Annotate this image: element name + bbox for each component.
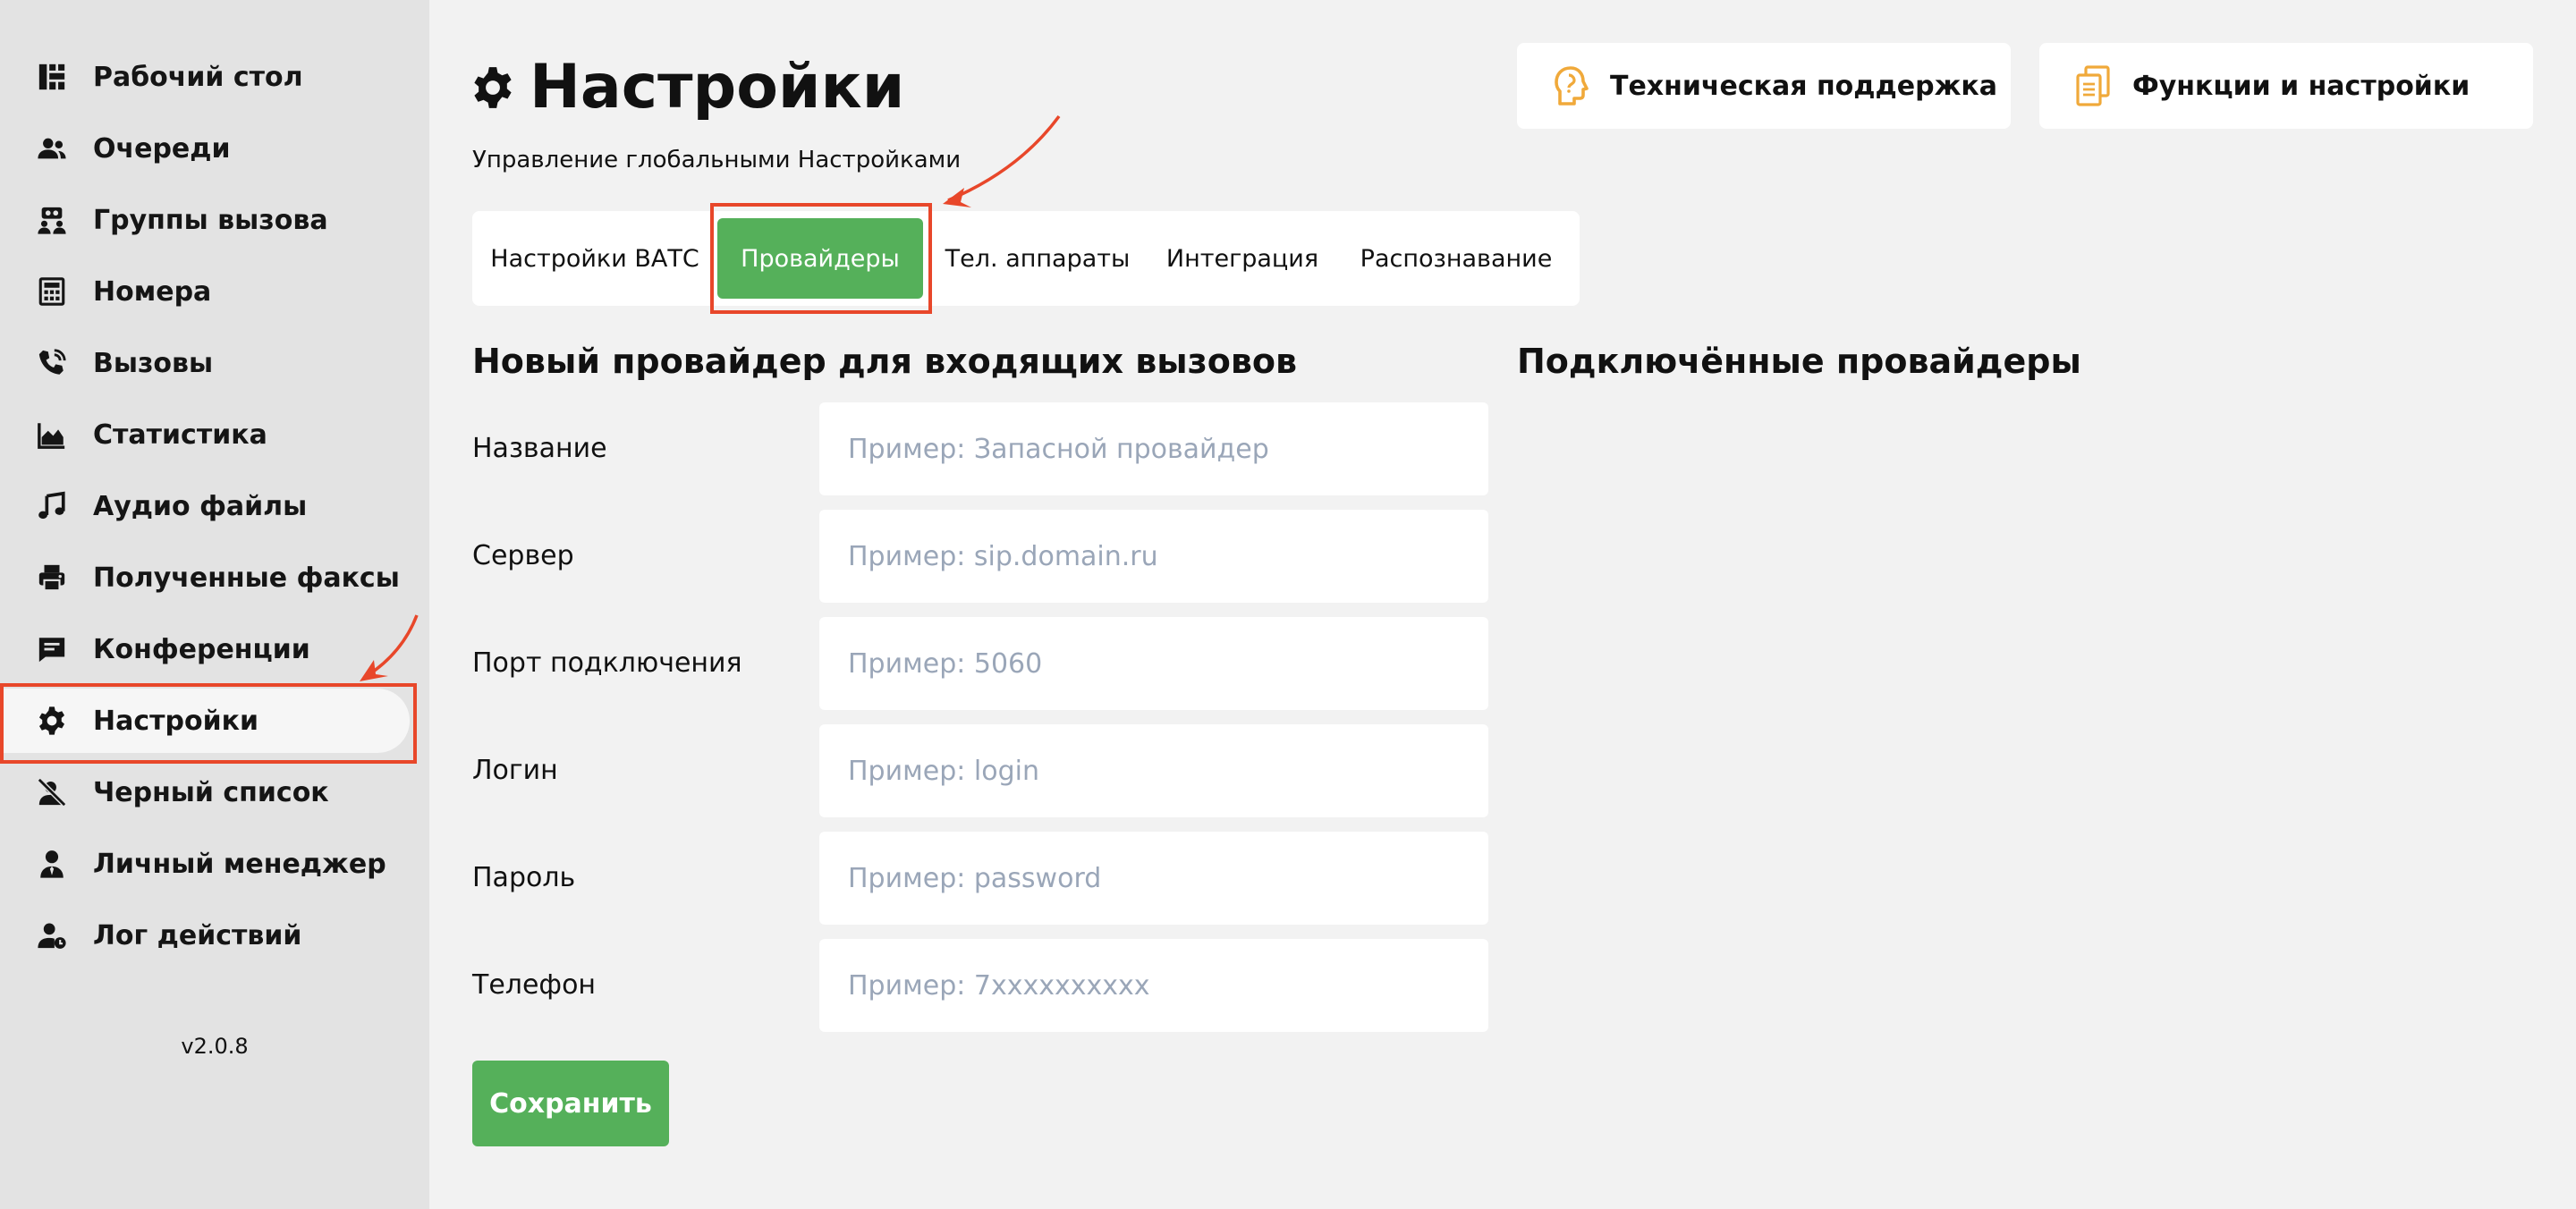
sidebar-item-label: Группы вызова [93,204,328,236]
sidebar-item-label: Черный список [93,776,329,808]
connected-providers-title: Подключённые провайдеры [1517,342,2081,381]
sidebar-item-label: Номера [93,275,212,308]
sidebar-item-queues[interactable]: Очереди [0,113,429,184]
sidebar-item-label: Вызовы [93,347,214,379]
chat-icon [34,631,70,667]
name-label: Название [472,433,607,464]
new-provider-title: Новый провайдер для входящих вызовов [472,342,1298,381]
sidebar-item-personal-manager[interactable]: Личный менеджер [0,828,429,900]
calculator-icon [34,274,70,309]
save-button[interactable]: Сохранить [472,1061,669,1146]
server-label: Сервер [472,540,574,571]
port-label: Порт подключения [472,647,742,679]
sidebar-item-statistics[interactable]: Статистика [0,399,429,470]
settings-highlight-box [0,683,417,764]
dashboard-icon [34,59,70,95]
page-subtitle: Управление глобальными Настройками [472,147,962,173]
printer-icon [34,560,70,596]
phone-input[interactable] [819,939,1488,1032]
tab-phones[interactable]: Тел. аппараты [932,211,1143,306]
password-label: Пароль [472,862,576,893]
functions-settings-button[interactable]: Функции и настройки [2039,43,2533,129]
phone-ringing-icon [34,345,70,381]
sidebar-item-label: Лог действий [93,919,302,951]
tab-recognition[interactable]: Распознавание [1342,211,1571,306]
music-note-icon [34,488,70,524]
manager-icon [34,846,70,882]
password-input[interactable] [819,832,1488,925]
user-blocked-icon [34,774,70,810]
sidebar-item-call-groups[interactable]: Группы вызова [0,184,429,256]
sidebar-item-label: Личный менеджер [93,848,386,880]
sidebar-item-label: Конференции [93,633,310,665]
tech-support-button[interactable]: Техническая поддержка [1517,43,2011,129]
phone-label: Телефон [472,969,597,1001]
documents-icon [2076,65,2110,106]
functions-settings-label: Функции и настройки [2132,70,2470,102]
app-version: v2.0.8 [181,1034,249,1059]
sidebar-item-calls[interactable]: Вызовы [0,327,429,399]
sidebar-item-label: Рабочий стол [93,61,303,93]
name-input[interactable] [819,402,1488,495]
login-label: Логин [472,755,558,786]
sidebar-item-numbers[interactable]: Номера [0,256,429,327]
sidebar-item-label: Статистика [93,418,267,451]
server-input[interactable] [819,510,1488,603]
sidebar-item-blacklist[interactable]: Черный список [0,757,429,828]
call-group-icon [34,202,70,238]
sidebar-item-dashboard[interactable]: Рабочий стол [0,41,429,113]
users-icon [34,131,70,166]
sidebar-item-audio-files[interactable]: Аудио файлы [0,470,429,542]
sidebar-item-label: Аудио файлы [93,490,308,522]
login-input[interactable] [819,724,1488,817]
annotation-arrowhead-tab [943,188,971,207]
annotation-arrow-tab [947,114,1061,202]
providers-highlight-box [710,203,932,314]
sidebar: Рабочий стол Очереди Группы вызова Номер… [0,0,429,1209]
area-chart-icon [34,417,70,452]
tech-support-label: Техническая поддержка [1610,70,1998,102]
sidebar-item-action-log[interactable]: Лог действий [0,900,429,971]
sidebar-item-conferences[interactable]: Конференции [0,613,429,685]
sidebar-item-faxes[interactable]: Полученные факсы [0,542,429,613]
sidebar-item-label: Очереди [93,132,231,165]
port-input[interactable] [819,617,1488,710]
sidebar-nav: Рабочий стол Очереди Группы вызова Номер… [0,41,429,971]
head-icon [1555,66,1589,106]
page-title: Настройки [470,52,904,123]
tab-vats-settings[interactable]: Настройки ВАТС [472,211,717,306]
settings-tabs: Настройки ВАТС Провайдеры Тел. аппараты … [472,211,1580,306]
user-log-icon [34,917,70,953]
tab-integration[interactable]: Интеграция [1143,211,1342,306]
sidebar-item-label: Полученные факсы [93,562,400,594]
page-title-text: Настройки [530,52,905,123]
gear-icon [474,66,512,108]
